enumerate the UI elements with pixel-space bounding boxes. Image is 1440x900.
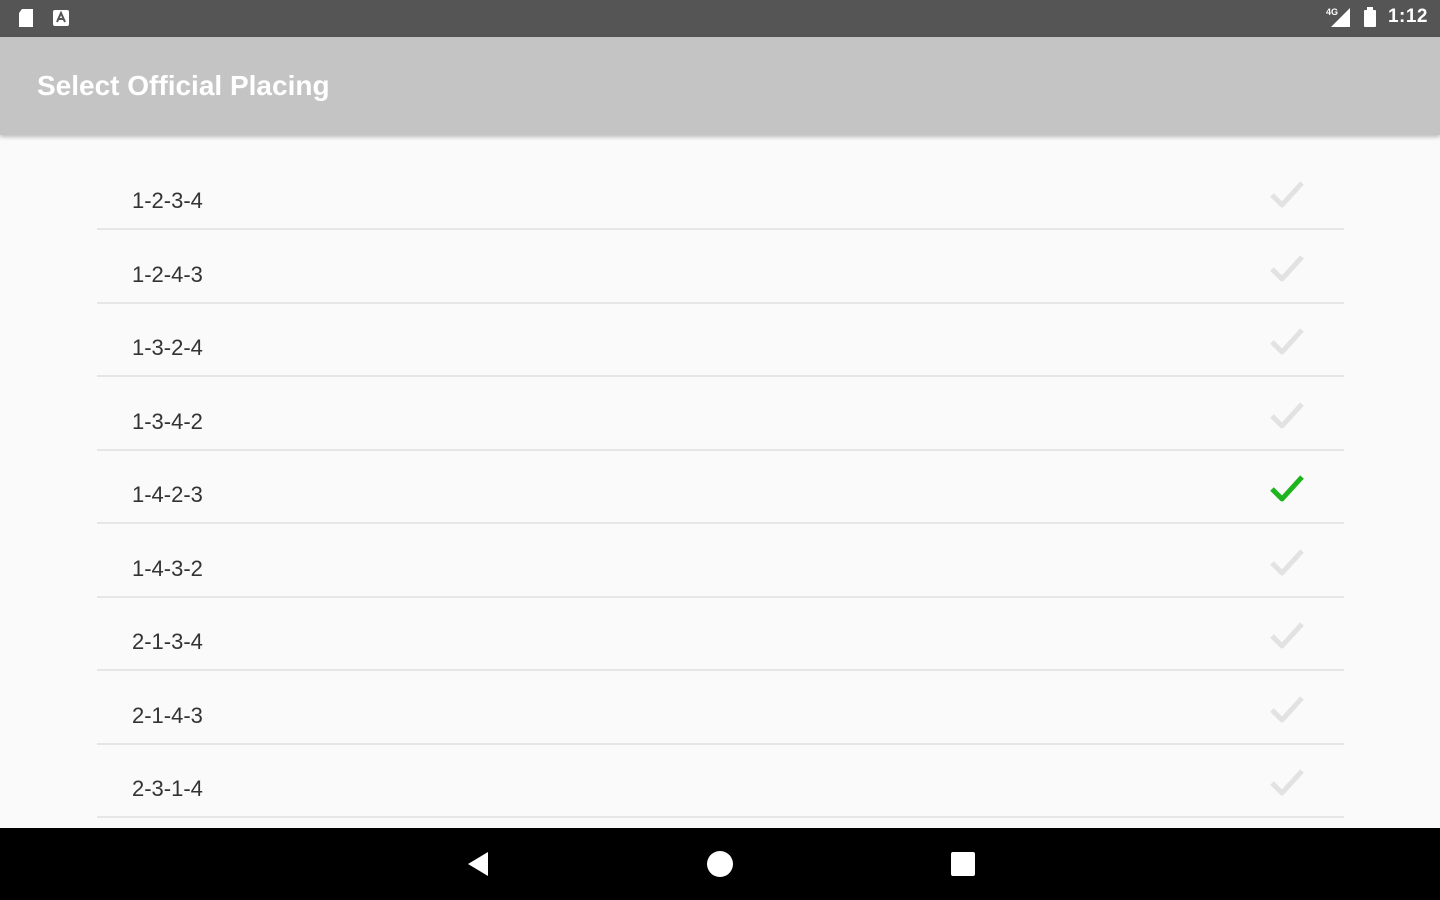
checkmark-icon[interactable] — [1269, 325, 1305, 359]
checkmark-icon[interactable] — [1269, 619, 1305, 653]
checkmark-icon[interactable] — [1269, 399, 1305, 433]
home-button[interactable] — [680, 828, 760, 900]
checkmark-icon[interactable] — [1269, 178, 1305, 212]
placing-label: 1-4-3-2 — [132, 556, 203, 581]
list-item[interactable]: 1-4-3-2 — [97, 524, 1344, 598]
list-item[interactable]: 2-1-3-4 — [97, 597, 1344, 671]
signal-icon: 4G — [1326, 7, 1350, 27]
placing-label: 1-2-4-3 — [132, 262, 203, 287]
navigation-bar — [0, 828, 1440, 900]
list-item[interactable]: 1-3-4-2 — [97, 377, 1344, 451]
checkmark-icon[interactable] — [1269, 693, 1305, 727]
placing-label: 1-4-2-3 — [132, 482, 203, 507]
back-button[interactable] — [438, 828, 518, 900]
app-bar: Select Official Placing — [0, 37, 1440, 135]
back-icon — [468, 852, 488, 876]
list-item[interactable]: 2-1-4-3 — [97, 671, 1344, 745]
list-item[interactable]: 1-2-3-4 — [97, 156, 1344, 230]
svg-text:4G: 4G — [1326, 7, 1338, 17]
checkmark-icon[interactable] — [1269, 546, 1305, 580]
placing-label: 2-1-4-3 — [132, 703, 203, 728]
checkmark-icon[interactable] — [1269, 472, 1305, 506]
list-item[interactable]: 1-3-2-4 — [97, 303, 1344, 377]
sd-card-icon — [19, 9, 33, 27]
placing-label: 1-2-3-4 — [132, 188, 203, 213]
checkmark-icon[interactable] — [1269, 252, 1305, 286]
placing-label: 1-3-2-4 — [132, 335, 203, 360]
list-item[interactable]: 1-4-2-3 — [97, 450, 1344, 524]
placing-label: 1-3-4-2 — [132, 409, 203, 434]
list-item[interactable]: 1-2-4-3 — [97, 230, 1344, 304]
list-item[interactable]: 2-3-1-4 — [97, 744, 1344, 818]
recents-button[interactable] — [923, 828, 1003, 900]
placing-label: 2-1-3-4 — [132, 629, 203, 654]
checkmark-icon[interactable] — [1269, 766, 1305, 800]
battery-icon — [1363, 7, 1376, 27]
status-bar: 4G 1:12 — [0, 0, 1440, 37]
placing-list[interactable]: 1-2-3-4 1-2-4-3 1-3-2-4 1-3-4-2 1-4-2-3 … — [0, 135, 1440, 828]
notification-app-icon — [53, 10, 69, 26]
status-time: 1:12 — [1387, 6, 1428, 27]
placing-label: 2-3-1-4 — [132, 776, 203, 801]
page-title: Select Official Placing — [37, 70, 330, 101]
home-icon — [707, 851, 733, 877]
recents-icon — [951, 852, 975, 876]
